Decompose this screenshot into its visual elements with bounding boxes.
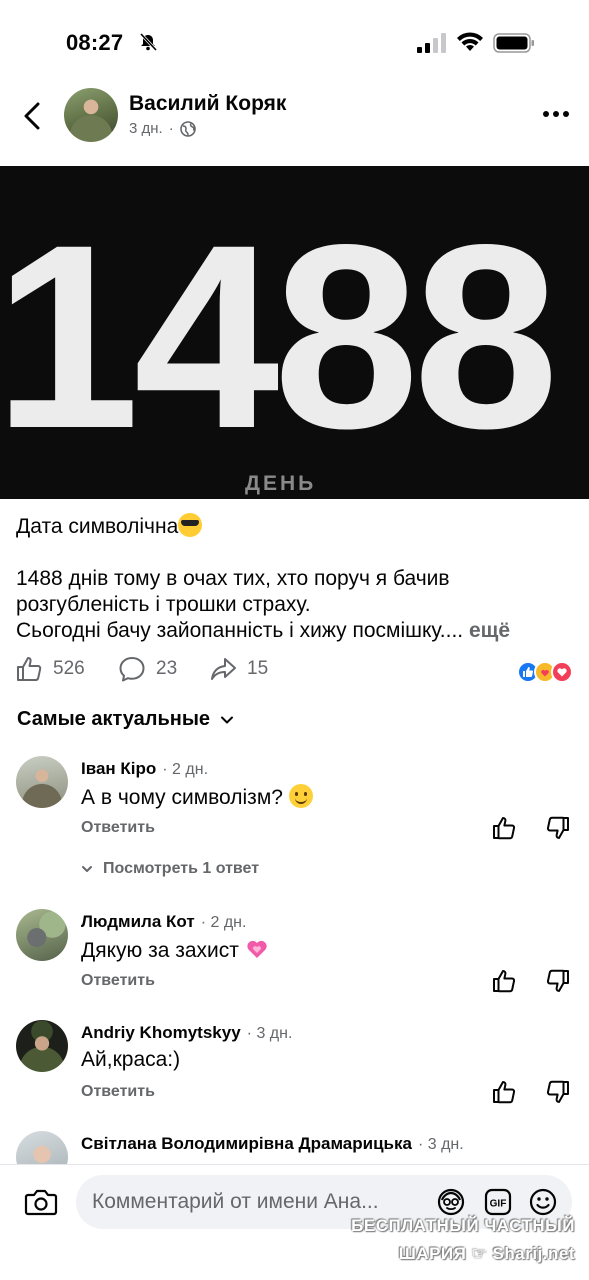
comments-sort-dropdown[interactable]: Самые актуальные bbox=[17, 708, 234, 731]
comment-dislike-icon[interactable] bbox=[545, 968, 571, 994]
commenter-avatar[interactable] bbox=[16, 909, 68, 961]
post-text: Дата символічна 1488 днів тому в очах ти… bbox=[16, 513, 576, 644]
watermark-line3: Sharij.net bbox=[492, 1244, 575, 1263]
sort-label: Самые актуальные bbox=[17, 708, 211, 730]
image-number: 1488 bbox=[0, 190, 559, 483]
comment-count: 23 bbox=[156, 658, 178, 679]
status-bar: 08:27 bbox=[0, 0, 589, 88]
comment-time: 2 дн. bbox=[210, 914, 247, 931]
commenter-avatar[interactable] bbox=[16, 756, 68, 808]
watermark: БЕСПЛАТНЫЙ ЧАСТНЫЙ ШАРИЯ ☞ Sharij.net bbox=[351, 1212, 575, 1268]
view-replies-link[interactable]: Посмотреть 1 ответ bbox=[81, 860, 259, 878]
comment-like-icon[interactable] bbox=[491, 1079, 517, 1105]
post-text-line1: Дата символічна bbox=[16, 515, 179, 538]
bell-off-icon bbox=[139, 33, 157, 51]
comment-bubble-icon bbox=[119, 657, 145, 682]
comment-placeholder: Комментарий от имени Ана... bbox=[92, 1190, 379, 1213]
author-avatar[interactable] bbox=[64, 88, 118, 142]
more-options-icon[interactable] bbox=[541, 104, 571, 124]
share-arrow-icon bbox=[211, 658, 236, 680]
like-count: 526 bbox=[53, 658, 85, 679]
post-header: Василий Коряк 3 дн. · bbox=[0, 86, 589, 148]
back-arrow-icon[interactable] bbox=[18, 98, 50, 134]
post-text-line4: Сьогодні бачу зайопанність і хижу посміш… bbox=[16, 619, 464, 642]
chevron-down-icon bbox=[82, 866, 92, 872]
sunglasses-emoji-icon bbox=[178, 513, 203, 537]
commenter-name[interactable]: Andriy Khomytskyy bbox=[81, 1023, 241, 1042]
author-name[interactable]: Василий Коряк bbox=[129, 92, 286, 116]
see-more-link[interactable]: ещё bbox=[469, 619, 510, 642]
view-replies-label: Посмотреть 1 ответ bbox=[103, 860, 260, 877]
image-caption: ДЕНЬ bbox=[245, 472, 317, 495]
reply-button[interactable]: Ответить bbox=[81, 819, 155, 837]
cellular-signal-icon bbox=[417, 33, 446, 53]
growing-heart-emoji-icon bbox=[247, 940, 267, 958]
comment-button[interactable]: 23 bbox=[118, 655, 177, 683]
comment-time: 2 дн. bbox=[172, 761, 209, 778]
watermark-line1: БЕСПЛАТНЫЙ ЧАСТНЫЙ bbox=[351, 1216, 575, 1235]
comment-text: Ай,краса:) bbox=[81, 1048, 181, 1071]
comment-dislike-icon[interactable] bbox=[545, 1079, 571, 1105]
like-thumb-icon bbox=[17, 657, 42, 681]
svg-text:GIF: GIF bbox=[490, 1199, 507, 1210]
post-image[interactable]: 1488 ДЕНЬ bbox=[0, 166, 589, 499]
camera-icon[interactable] bbox=[24, 1187, 58, 1217]
wifi-icon bbox=[457, 32, 483, 51]
battery-icon bbox=[493, 33, 534, 53]
share-button[interactable]: 15 bbox=[209, 655, 268, 683]
reaction-icons[interactable] bbox=[517, 661, 573, 683]
comment-text: А в чому символізм? bbox=[81, 786, 283, 809]
post-time: 3 дн. bbox=[129, 120, 163, 137]
post-meta: 3 дн. · bbox=[129, 120, 196, 137]
love-reaction-icon bbox=[551, 661, 573, 683]
like-button[interactable]: 526 bbox=[15, 655, 85, 683]
smiling-face-emoji-icon bbox=[288, 784, 313, 808]
reply-button[interactable]: Ответить bbox=[81, 1083, 155, 1101]
comment-text: Дякую за захист bbox=[81, 939, 239, 962]
commenter-name[interactable]: Світлана Володимирівна Драмарицька bbox=[81, 1134, 412, 1153]
globe-icon bbox=[179, 120, 196, 137]
share-count: 15 bbox=[247, 658, 269, 679]
chevron-down-icon bbox=[221, 716, 234, 723]
commenter-avatar[interactable] bbox=[16, 1020, 68, 1072]
post-text-line3: розгубленість і трошки страху. bbox=[16, 593, 311, 616]
watermark-line2: ШАРИЯ bbox=[398, 1244, 467, 1263]
comment-time: 3 дн. bbox=[256, 1025, 293, 1042]
reply-button[interactable]: Ответить bbox=[81, 972, 155, 990]
post-text-line2: 1488 днів тому в очах тих, хто поруч я б… bbox=[16, 567, 450, 590]
comment-like-icon[interactable] bbox=[491, 815, 517, 841]
status-time: 08:27 bbox=[66, 30, 124, 55]
commenter-name[interactable]: Іван Кіро bbox=[81, 759, 156, 778]
comment-time: 3 дн. bbox=[427, 1136, 464, 1153]
comment-like-icon[interactable] bbox=[491, 968, 517, 994]
commenter-name[interactable]: Людмила Кот bbox=[81, 912, 195, 931]
post-stats: 526 23 15 bbox=[0, 655, 589, 691]
comment-dislike-icon[interactable] bbox=[545, 815, 571, 841]
